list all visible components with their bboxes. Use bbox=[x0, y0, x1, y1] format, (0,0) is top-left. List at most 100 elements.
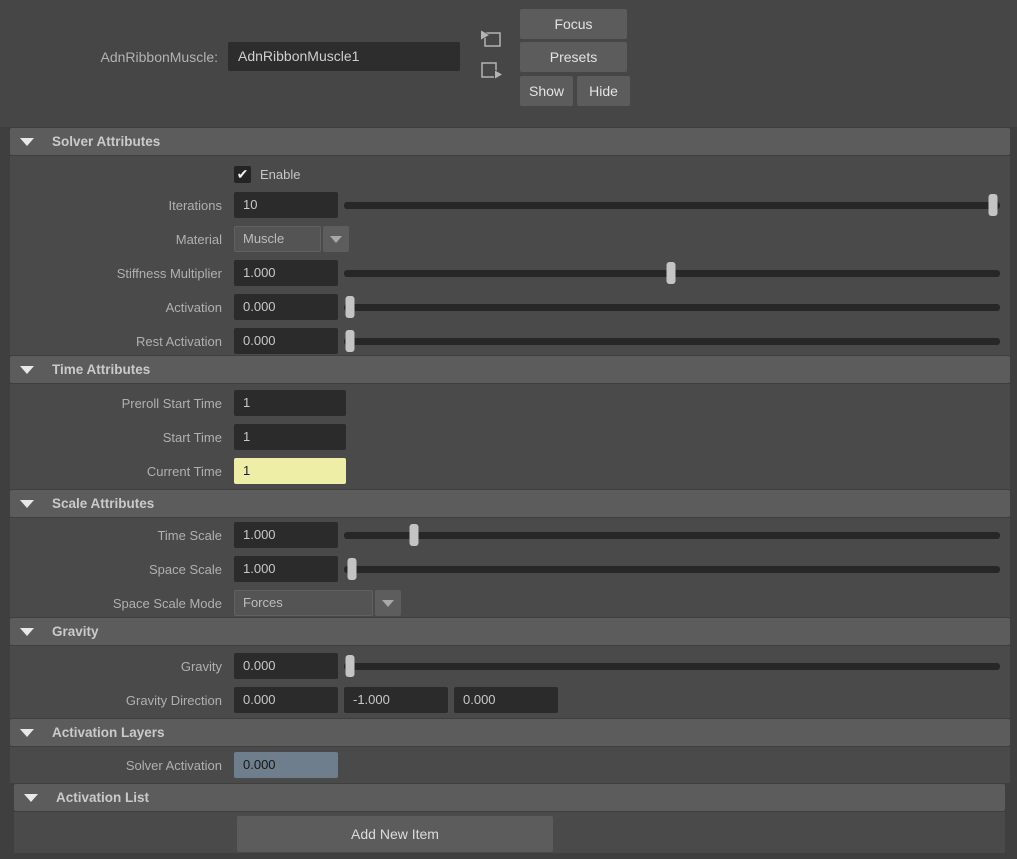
section-header-solver-attributes[interactable]: Solver Attributes bbox=[10, 128, 1010, 155]
current-time-label: Current Time bbox=[10, 464, 222, 479]
start-time-row: Start Time 1 bbox=[10, 420, 1010, 454]
focus-button[interactable]: Focus bbox=[520, 9, 627, 39]
material-dropdown[interactable]: Muscle bbox=[234, 226, 349, 252]
collapse-triangle-icon[interactable] bbox=[20, 500, 34, 508]
section-content-solver: ✔ Enable Iterations 10 Material Muscle S… bbox=[10, 156, 1010, 355]
gravity-direction-x-field[interactable]: 0.000 bbox=[234, 687, 338, 713]
activation-slider[interactable] bbox=[344, 304, 1000, 311]
space-scale-mode-dropdown-value[interactable]: Forces bbox=[234, 590, 373, 616]
section-header-scale-attributes[interactable]: Scale Attributes bbox=[10, 490, 1010, 517]
space-scale-mode-dropdown-arrow[interactable] bbox=[375, 590, 401, 616]
node-name-input[interactable]: AdnRibbonMuscle1 bbox=[228, 42, 460, 71]
section-content-activation-list: Add New Item bbox=[14, 812, 1005, 853]
start-time-field[interactable]: 1 bbox=[234, 424, 346, 450]
rest-activation-row: Rest Activation 0.000 bbox=[10, 324, 1010, 358]
gravity-slider[interactable] bbox=[344, 663, 1000, 670]
breakout-tab-button[interactable] bbox=[477, 60, 505, 86]
activation-label: Activation bbox=[10, 300, 222, 315]
chevron-down-icon bbox=[382, 600, 394, 607]
iterations-row: Iterations 10 bbox=[10, 188, 1010, 222]
material-row: Material Muscle bbox=[10, 222, 1010, 256]
gravity-direction-z-field[interactable]: 0.000 bbox=[454, 687, 558, 713]
collapse-triangle-icon[interactable] bbox=[20, 366, 34, 374]
iterations-label: Iterations bbox=[10, 198, 222, 213]
chevron-down-icon bbox=[330, 236, 342, 243]
presets-button[interactable]: Presets bbox=[520, 42, 627, 72]
preroll-start-time-label: Preroll Start Time bbox=[10, 396, 222, 411]
slider-handle[interactable] bbox=[666, 262, 675, 284]
section-title: Scale Attributes bbox=[52, 496, 154, 511]
solver-activation-label: Solver Activation bbox=[10, 758, 222, 773]
space-scale-row: Space Scale 1.000 bbox=[10, 552, 1010, 586]
current-time-field[interactable]: 1 bbox=[234, 458, 346, 484]
space-scale-slider[interactable] bbox=[344, 566, 1000, 573]
gravity-label: Gravity bbox=[10, 659, 222, 674]
slider-handle[interactable] bbox=[345, 330, 354, 352]
section-title: Activation List bbox=[56, 790, 149, 805]
section-content-activation-layers: Solver Activation 0.000 bbox=[10, 747, 1010, 783]
slider-handle[interactable] bbox=[347, 558, 356, 580]
section-header-gravity[interactable]: Gravity bbox=[10, 618, 1010, 645]
preroll-start-time-row: Preroll Start Time 1 bbox=[10, 386, 1010, 420]
section-title: Solver Attributes bbox=[52, 134, 160, 149]
attribute-editor-header: AdnRibbonMuscle: AdnRibbonMuscle1 Focus … bbox=[0, 0, 1017, 127]
gravity-direction-row: Gravity Direction 0.000 -1.000 0.000 bbox=[10, 683, 1010, 717]
copy-tab-icon bbox=[477, 26, 505, 55]
time-scale-label: Time Scale bbox=[10, 528, 222, 543]
hide-button[interactable]: Hide bbox=[577, 76, 630, 106]
stiffness-multiplier-field[interactable]: 1.000 bbox=[234, 260, 338, 286]
add-new-item-button[interactable]: Add New Item bbox=[237, 816, 553, 852]
enable-row: ✔ Enable bbox=[10, 160, 1010, 188]
space-scale-mode-dropdown[interactable]: Forces bbox=[234, 590, 401, 616]
stiffness-multiplier-label: Stiffness Multiplier bbox=[10, 266, 222, 281]
slider-handle[interactable] bbox=[989, 194, 998, 216]
show-button[interactable]: Show bbox=[520, 76, 573, 106]
enable-label: Enable bbox=[260, 167, 300, 182]
collapse-triangle-icon[interactable] bbox=[20, 138, 34, 146]
current-time-row: Current Time 1 bbox=[10, 454, 1010, 488]
slider-handle[interactable] bbox=[409, 524, 418, 546]
gravity-direction-label: Gravity Direction bbox=[10, 693, 222, 708]
space-scale-mode-row: Space Scale Mode Forces bbox=[10, 586, 1010, 620]
time-scale-slider[interactable] bbox=[344, 532, 1000, 539]
gravity-field[interactable]: 0.000 bbox=[234, 653, 338, 679]
section-title: Gravity bbox=[52, 624, 99, 639]
solver-activation-row: Solver Activation 0.000 bbox=[10, 749, 1010, 781]
section-header-time-attributes[interactable]: Time Attributes bbox=[10, 356, 1010, 383]
iterations-field[interactable]: 10 bbox=[234, 192, 338, 218]
rest-activation-label: Rest Activation bbox=[10, 334, 222, 349]
slider-handle[interactable] bbox=[345, 296, 354, 318]
section-header-activation-list[interactable]: Activation List bbox=[14, 784, 1005, 811]
collapse-triangle-icon[interactable] bbox=[20, 729, 34, 737]
stiffness-multiplier-slider[interactable] bbox=[344, 270, 1000, 277]
breakout-tab-icon bbox=[477, 59, 505, 88]
activation-row: Activation 0.000 bbox=[10, 290, 1010, 324]
node-type-label: AdnRibbonMuscle: bbox=[0, 49, 218, 65]
space-scale-field[interactable]: 1.000 bbox=[234, 556, 338, 582]
gravity-direction-y-field[interactable]: -1.000 bbox=[344, 687, 448, 713]
section-content-scale: Time Scale 1.000 Space Scale 1.000 Space… bbox=[10, 518, 1010, 617]
section-title: Time Attributes bbox=[52, 362, 150, 377]
time-scale-field[interactable]: 1.000 bbox=[234, 522, 338, 548]
activation-field[interactable]: 0.000 bbox=[234, 294, 338, 320]
stiffness-multiplier-row: Stiffness Multiplier 1.000 bbox=[10, 256, 1010, 290]
collapse-triangle-icon[interactable] bbox=[24, 794, 38, 802]
section-header-activation-layers[interactable]: Activation Layers bbox=[10, 719, 1010, 746]
rest-activation-field[interactable]: 0.000 bbox=[234, 328, 338, 354]
preroll-start-time-field[interactable]: 1 bbox=[234, 390, 346, 416]
section-title: Activation Layers bbox=[52, 725, 165, 740]
iterations-slider[interactable] bbox=[344, 202, 1000, 209]
material-dropdown-value[interactable]: Muscle bbox=[234, 226, 321, 252]
space-scale-label: Space Scale bbox=[10, 562, 222, 577]
space-scale-mode-label: Space Scale Mode bbox=[10, 596, 222, 611]
slider-handle[interactable] bbox=[345, 655, 354, 677]
rest-activation-slider[interactable] bbox=[344, 338, 1000, 345]
collapse-triangle-icon[interactable] bbox=[20, 628, 34, 636]
gravity-row: Gravity 0.000 bbox=[10, 649, 1010, 683]
enable-checkbox[interactable]: ✔ bbox=[234, 166, 251, 183]
material-dropdown-arrow[interactable] bbox=[323, 226, 349, 252]
solver-activation-field[interactable]: 0.000 bbox=[234, 752, 338, 778]
material-label: Material bbox=[10, 232, 222, 247]
copy-tab-button[interactable] bbox=[477, 27, 505, 53]
time-scale-row: Time Scale 1.000 bbox=[10, 518, 1010, 552]
